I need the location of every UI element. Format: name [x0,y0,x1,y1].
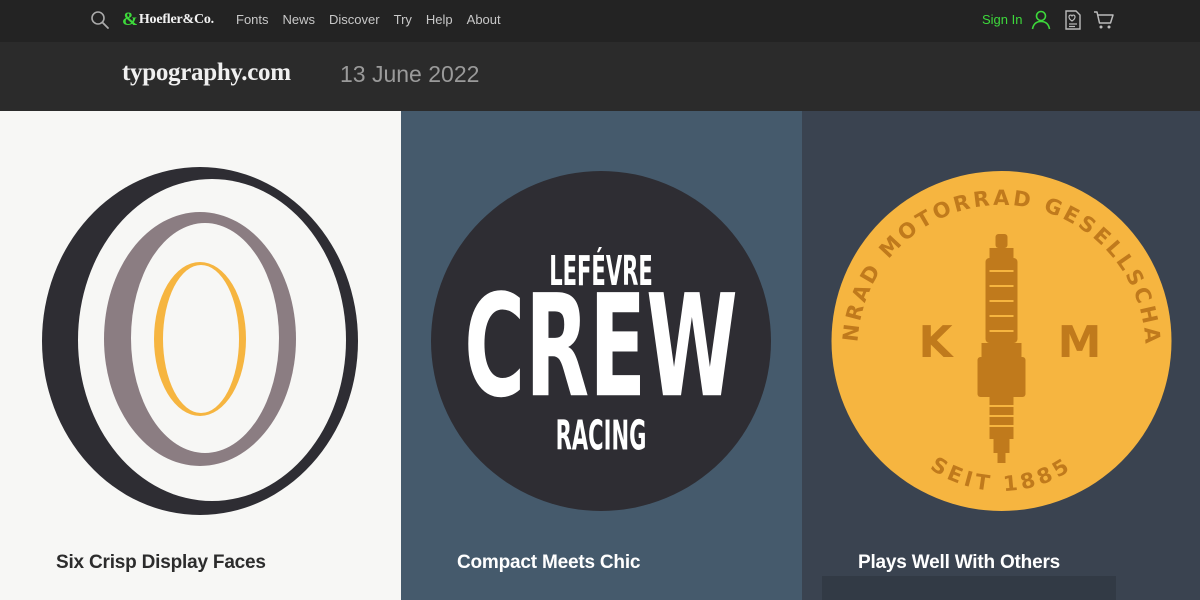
feature-card-2[interactable]: LEFÉVRE CREW RACING Compact Meets Chic [401,111,802,600]
main-menu: Fonts News Discover Try Help About [236,11,515,29]
konrad-motorrad-artwork: KONRAD MOTORRAD GESELLSCHAFT SEIT 1885 [802,111,1172,511]
feature-card-3[interactable]: KONRAD MOTORRAD GESELLSCHAFT SEIT 1885 [802,111,1200,600]
brand-name: Hoefler&Co. [138,12,214,27]
issue-date: 13 June 2022 [340,61,480,87]
wishlist-icon[interactable] [1062,9,1084,31]
nav-item-help[interactable]: Help [426,11,453,29]
nav-item-discover[interactable]: Discover [329,11,380,29]
art-left-letter: K [918,317,954,368]
card-caption[interactable]: Plays Well With Others [858,551,1060,575]
card-caption[interactable]: Six Crisp Display Faces [56,551,266,575]
art-bottom-text: RACING [556,412,647,460]
brand-ampersand: & [122,9,138,30]
page-subheader: typography.com 13 June 2022 [0,42,1200,112]
site-title[interactable]: typography.com [122,56,291,90]
art-right-letter: M [1058,317,1102,368]
sign-in-link[interactable]: Sign In [982,11,1022,29]
nested-o-artwork [42,167,358,515]
card-caption[interactable]: Compact Meets Chic [457,551,640,575]
top-nav: & Hoefler&Co. Fonts News Discover Try He… [0,0,1200,42]
nav-item-about[interactable]: About [467,11,501,29]
nav-item-fonts[interactable]: Fonts [236,11,269,29]
nav-item-news[interactable]: News [283,11,316,29]
crew-racing-artwork: LEFÉVRE CREW RACING [431,171,771,511]
brand-logo[interactable]: & Hoefler&Co. [122,10,214,30]
art-middle-text: CREW [464,265,738,430]
search-icon[interactable] [90,10,110,30]
cart-icon[interactable] [1093,10,1115,30]
user-icon[interactable] [1030,9,1052,31]
caption-backdrop [822,576,1116,600]
feature-card-1[interactable]: Six Crisp Display Faces [0,111,401,600]
nav-item-try[interactable]: Try [394,11,412,29]
